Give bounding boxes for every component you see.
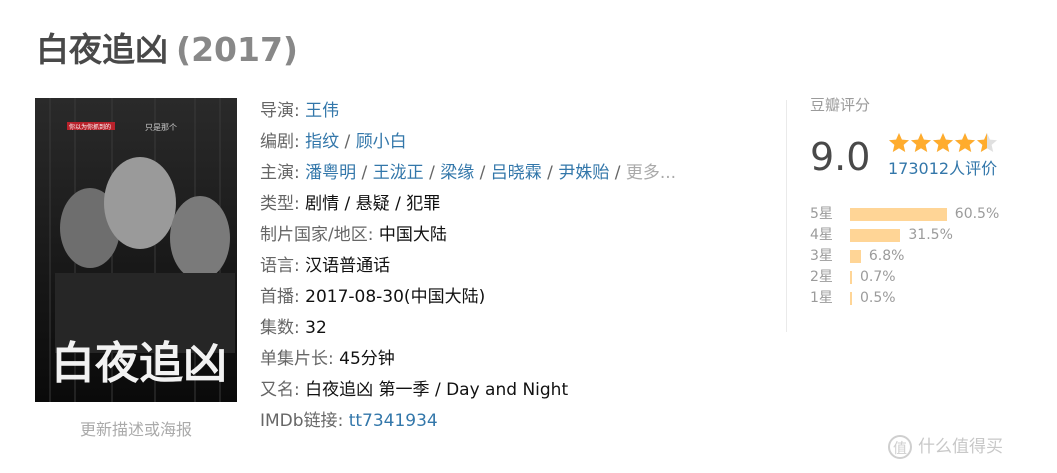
imdb-link[interactable]: tt7341934	[349, 411, 438, 431]
rating-bar	[850, 250, 861, 263]
country-value: 中国大陆	[378, 225, 447, 245]
rating-votes-link[interactable]: 173012人评价	[888, 158, 997, 180]
rating-bar-percent: 31.5%	[908, 227, 953, 243]
runtime-value: 45分钟	[339, 349, 395, 369]
title-year: (2017)	[176, 30, 299, 69]
watermark-text: 什么值得买	[918, 437, 1003, 457]
imdb-row: IMDb链接: tt7341934	[260, 411, 438, 431]
cast-link[interactable]: 尹姝贻	[558, 163, 609, 183]
watermark-icon: 值	[888, 435, 912, 459]
episodes-value: 32	[305, 318, 327, 338]
rating-bar	[850, 208, 947, 221]
rating-bar-label: 5星	[810, 206, 833, 222]
rating-bar-percent: 0.5%	[860, 290, 896, 306]
writer-row: 编剧: 指纹 / 顾小白	[260, 132, 407, 152]
rating-score: 9.0	[810, 135, 871, 179]
country-row: 制片国家/地区: 中国大陆	[260, 225, 447, 245]
watermark: 值什么值得买	[888, 432, 1003, 459]
episodes-label: 集数	[260, 318, 294, 338]
genre-value: 剧情 / 悬疑 / 犯罪	[305, 194, 441, 214]
imdb-label: IMDb链接	[260, 411, 338, 431]
cast-link[interactable]: 吕晓霖	[491, 163, 542, 183]
poster-tagline-left: 你以为你抓到的	[69, 123, 111, 131]
rating-stars	[888, 132, 998, 156]
cast-row: 主演: 潘粤明 / 王泷正 / 梁缘 / 吕晓霖 / 尹姝贻 / 更多...	[260, 163, 677, 183]
star-icon	[933, 133, 953, 152]
cast-more-link[interactable]: 更多...	[626, 163, 676, 183]
rating-bar-row: 4星 31.5%	[810, 225, 1040, 246]
language-value: 汉语普通话	[305, 256, 391, 276]
rating-bar-row: 3星 6.8%	[810, 246, 1040, 267]
rating-title: 豆瓣评分	[810, 96, 871, 114]
language-row: 语言: 汉语普通话	[260, 256, 391, 276]
rating-breakdown: 5星 60.5% 4星 31.5% 3星 6.8% 2星 0.7% 1星 0.5%	[810, 204, 1040, 309]
poster-art: 只是那个 你以为你抓到的 白夜追凶	[35, 98, 237, 402]
poster-image[interactable]: 只是那个 你以为你抓到的 白夜追凶	[35, 98, 237, 402]
genre-row: 类型: 剧情 / 悬疑 / 犯罪	[260, 194, 441, 214]
update-poster-link[interactable]: 更新描述或海报	[35, 418, 237, 442]
rating-bar	[850, 271, 852, 284]
rating-bar-percent: 60.5%	[954, 206, 1000, 222]
rating-bar-row: 5星 60.5%	[810, 204, 1040, 225]
premiere-label: 首播	[260, 287, 294, 307]
writer-link[interactable]: 顾小白	[356, 132, 407, 152]
rating-bar-row: 2星 0.7%	[810, 267, 1040, 288]
divider	[786, 100, 787, 332]
douban-page: 白夜追凶 (2017) 只是那个 你以为你抓到的 白夜追凶 更新描述或海报 导演…	[0, 0, 1057, 473]
runtime-row: 单集片长: 45分钟	[260, 349, 395, 369]
rating-bar-percent: 0.7%	[860, 269, 896, 285]
director-label: 导演	[260, 101, 294, 121]
premiere-row: 首播: 2017-08-30(中国大陆)	[260, 287, 486, 307]
cast-link[interactable]: 王泷正	[373, 163, 424, 183]
episodes-row: 集数: 32	[260, 318, 327, 338]
rating-bar-label: 4星	[810, 227, 833, 243]
cast-link[interactable]: 潘粤明	[305, 163, 356, 183]
rating-bar-row: 1星 0.5%	[810, 288, 1040, 309]
poster-art-title: 白夜追凶	[51, 338, 227, 389]
star-icon	[889, 133, 909, 152]
cast-link[interactable]: 梁缘	[440, 163, 474, 183]
director-row: 导演: 王伟	[260, 101, 340, 121]
aka-row: 又名: 白夜追凶 第一季 / Day and Night	[260, 380, 569, 400]
info-panel: 导演: 王伟 编剧: 指纹 / 顾小白 主演: 潘粤明 / 王泷正 / 梁缘 /…	[260, 96, 676, 437]
rating-bar	[850, 292, 852, 305]
genre-label: 类型	[260, 194, 294, 214]
star-icon	[977, 133, 997, 152]
writer-link[interactable]: 指纹	[305, 132, 339, 152]
runtime-label: 单集片长	[260, 349, 328, 369]
cast-label: 主演	[260, 163, 294, 183]
title-name: 白夜追凶	[36, 30, 168, 69]
premiere-value: 2017-08-30(中国大陆)	[305, 287, 486, 307]
country-label: 制片国家/地区	[260, 225, 368, 245]
aka-label: 又名	[260, 380, 294, 400]
aka-value: 白夜追凶 第一季 / Day and Night	[305, 380, 569, 400]
writer-label: 编剧	[260, 132, 294, 152]
rating-bar-label: 3星	[810, 248, 833, 264]
rating-bar-label: 2星	[810, 269, 833, 285]
rating-bar-label: 1星	[810, 290, 833, 306]
page-title: 白夜追凶 (2017)	[36, 28, 298, 72]
rating-bar	[850, 229, 901, 242]
star-icon	[955, 133, 975, 152]
star-icon	[911, 133, 931, 152]
director-link[interactable]: 王伟	[305, 101, 339, 121]
language-label: 语言	[260, 256, 294, 276]
rating-panel: 豆瓣评分 9.0 173012人评价 5星 60.5% 4星 31.5% 3星 6.8% 2…	[810, 94, 1030, 306]
rating-bar-percent: 6.8%	[868, 248, 905, 264]
poster-tagline-right: 只是那个	[145, 123, 177, 132]
